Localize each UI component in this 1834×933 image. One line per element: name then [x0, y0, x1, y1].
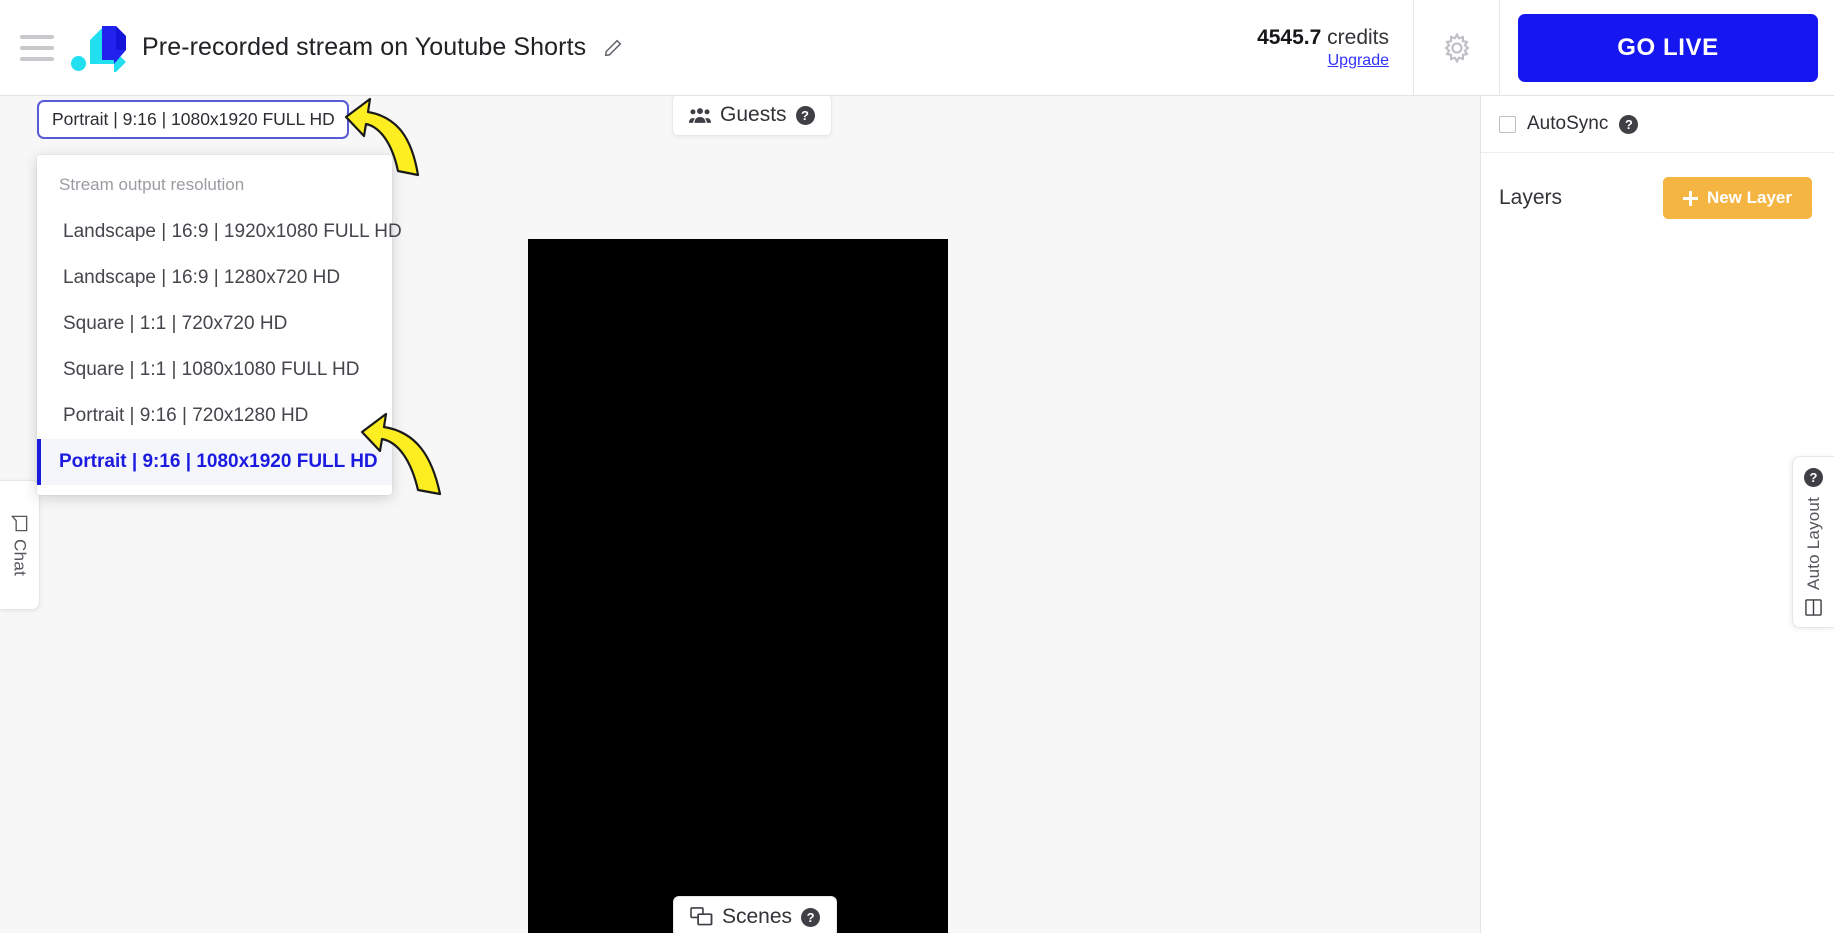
scenes-icon — [690, 907, 713, 926]
layout-columns-icon — [1805, 599, 1822, 617]
pencil-icon[interactable] — [600, 35, 626, 61]
settings-button[interactable] — [1414, 0, 1500, 96]
resolution-dropdown-menu: Stream output resolution Landscape | 16:… — [37, 155, 402, 495]
livestream-logo — [68, 18, 130, 78]
layers-row: Layers New Layer — [1481, 153, 1834, 243]
auto-layout-help-icon[interactable]: ? — [1804, 467, 1823, 487]
go-live-container: GO LIVE — [1500, 0, 1834, 96]
credits-text: 4545.7 credits — [1257, 26, 1389, 50]
scenes-button[interactable]: Scenes ? — [673, 896, 838, 933]
chat-tab[interactable]: Chat — [0, 480, 40, 610]
resolution-select-value: Portrait | 9:16 | 1080x1920 FULL HD — [52, 109, 335, 129]
resolution-option-0[interactable]: Landscape | 16:9 | 1920x1080 FULL HD — [37, 209, 402, 255]
resolution-option-2[interactable]: Square | 1:1 | 720x720 HD — [37, 301, 392, 347]
logo-arrow-icon — [90, 25, 126, 72]
credits-box: 4545.7 credits Upgrade — [1233, 0, 1414, 96]
right-panel: AutoSync ? Layers New Layer — [1480, 96, 1834, 933]
guests-label: Guests — [720, 103, 787, 126]
people-icon — [689, 107, 711, 123]
resolution-menu-header: Stream output resolution — [59, 175, 245, 194]
page-title: Pre-recorded stream on Youtube Shorts — [142, 33, 587, 61]
auto-layout-label: Auto Layout — [1803, 496, 1823, 590]
new-layer-button[interactable]: New Layer — [1662, 177, 1812, 219]
autosync-row: AutoSync ? — [1481, 96, 1834, 153]
credits-amount: 4545.7 — [1257, 25, 1322, 49]
resolution-select[interactable]: Portrait | 9:16 | 1080x1920 FULL HD — [37, 100, 349, 139]
chat-bubble-icon — [10, 515, 28, 532]
autosync-help-icon[interactable]: ? — [1619, 114, 1639, 134]
go-live-button[interactable]: GO LIVE — [1518, 13, 1818, 82]
chevron-up-icon — [335, 118, 337, 120]
resolution-option-5[interactable]: Portrait | 9:16 | 1080x1920 FULL HD — [37, 439, 392, 485]
scenes-help-icon[interactable]: ? — [801, 907, 821, 927]
plus-square-icon — [1682, 190, 1698, 206]
chat-tab-label: Chat — [10, 538, 30, 577]
scenes-label: Scenes — [722, 905, 793, 928]
credits-word: credits — [1327, 25, 1389, 49]
gear-icon — [1444, 32, 1469, 63]
guests-button[interactable]: Guests ? — [672, 94, 832, 136]
app-root: Pre-recorded stream on Youtube Shorts 45… — [0, 0, 1834, 933]
guests-help-icon[interactable]: ? — [795, 105, 815, 125]
header-right-group: 4545.7 credits Upgrade GO LIVE — [1233, 0, 1834, 96]
resolution-option-4[interactable]: Portrait | 9:16 | 720x1280 HD — [37, 393, 392, 439]
resolution-option-1[interactable]: Landscape | 16:9 | 1280x720 HD — [37, 255, 392, 301]
autosync-label: AutoSync — [1527, 113, 1609, 134]
auto-layout-tab[interactable]: ? Auto Layout — [1792, 456, 1834, 628]
autosync-checkbox[interactable] — [1499, 115, 1516, 133]
layers-title: Layers — [1499, 186, 1563, 209]
new-layer-label: New Layer — [1706, 188, 1792, 207]
hamburger-icon[interactable] — [20, 34, 54, 61]
logo-dot-icon — [71, 55, 86, 71]
video-canvas[interactable] — [528, 239, 948, 933]
app-header: Pre-recorded stream on Youtube Shorts 45… — [0, 0, 1834, 96]
resolution-option-3[interactable]: Square | 1:1 | 1080x1080 FULL HD — [37, 347, 392, 393]
upgrade-link[interactable]: Upgrade — [1328, 52, 1389, 70]
